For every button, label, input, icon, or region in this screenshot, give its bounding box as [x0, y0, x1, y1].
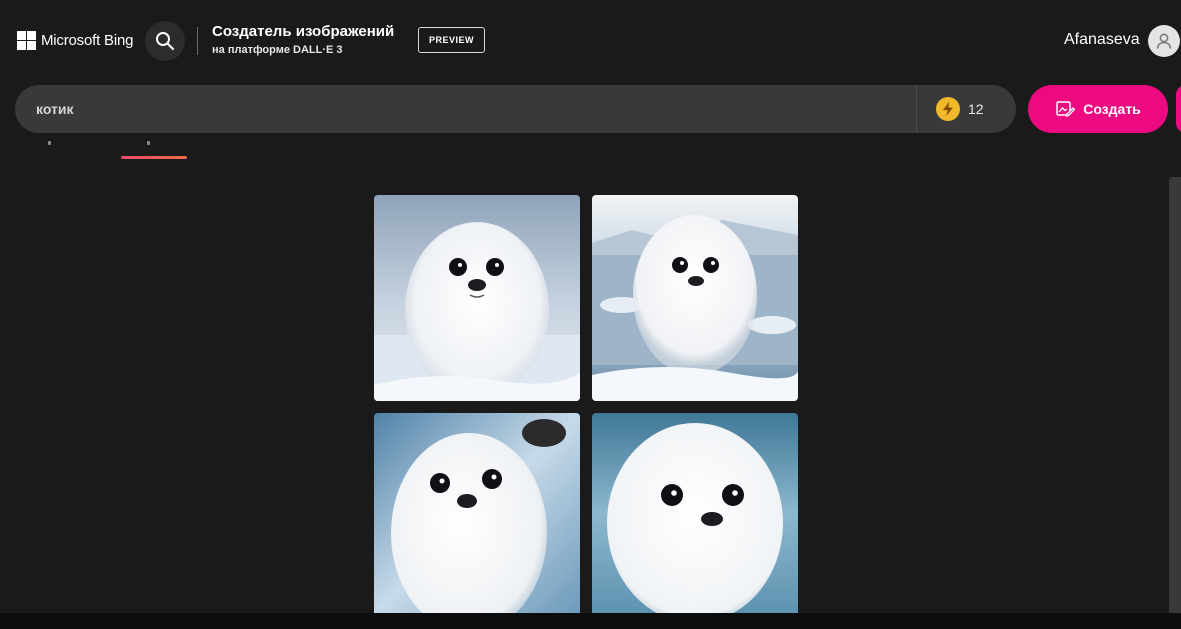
image-create-icon — [1056, 101, 1076, 117]
page-subtitle: на платформе DALL·E 3 — [212, 44, 343, 56]
boosts-count: 12 — [968, 101, 984, 117]
page-title: Создатель изображений — [212, 23, 395, 40]
avatar[interactable] — [1148, 25, 1180, 57]
active-tab-indicator — [121, 156, 187, 159]
seal-image — [374, 195, 580, 401]
generated-image-3[interactable] — [374, 413, 580, 613]
tab-fragment[interactable] — [147, 141, 150, 145]
top-header: Microsoft Bing Создатель изображений на … — [0, 0, 1181, 84]
bottom-bar — [0, 613, 1181, 629]
prompt-bar: 12 — [15, 85, 1016, 133]
prompt-input[interactable] — [36, 85, 906, 133]
brand-label: Microsoft Bing — [41, 32, 134, 49]
seal-image — [592, 195, 798, 401]
seal-image — [592, 413, 798, 613]
windows-logo-icon — [17, 31, 36, 50]
search-icon — [156, 32, 175, 51]
offscreen-button-edge[interactable] — [1176, 85, 1181, 133]
microsoft-bing-logo[interactable]: Microsoft Bing — [17, 31, 133, 50]
header-divider — [197, 27, 198, 55]
seal-image — [374, 413, 580, 613]
page-title-block: Создатель изображений на платформе DALL·… — [212, 23, 394, 58]
lightning-icon — [936, 97, 960, 121]
preview-badge[interactable]: PREVIEW — [418, 27, 485, 53]
create-button-label: Создать — [1083, 101, 1141, 117]
boosts-counter[interactable]: 12 — [936, 97, 984, 121]
user-icon — [1156, 33, 1172, 49]
prompt-divider — [916, 85, 917, 133]
search-button[interactable] — [145, 21, 185, 61]
generated-image-4[interactable] — [592, 413, 798, 613]
tab-fragment[interactable] — [48, 141, 51, 145]
generated-image-1[interactable] — [374, 195, 580, 401]
user-name[interactable]: Afanaseva — [1064, 31, 1140, 49]
generated-image-2[interactable] — [592, 195, 798, 401]
create-button[interactable]: Создать — [1028, 85, 1168, 133]
scrollbar-thumb[interactable] — [1169, 177, 1181, 613]
